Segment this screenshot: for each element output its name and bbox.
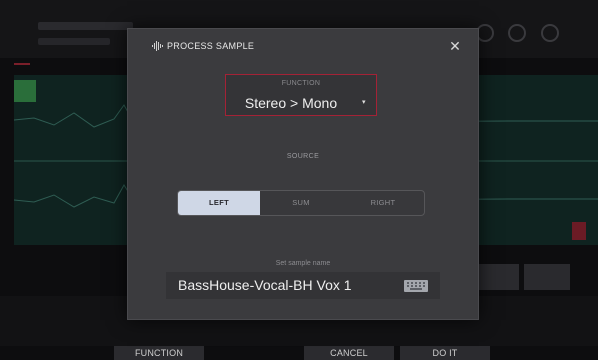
source-selector: LEFT SUM RIGHT (177, 190, 425, 216)
background-green-marker (14, 80, 36, 102)
sample-name-value: BassHouse-Vocal-BH Vox 1 (178, 277, 352, 293)
keyboard-icon[interactable] (404, 280, 428, 292)
background-button (524, 264, 570, 290)
function-dropdown[interactable]: FUNCTION Stereo > Mono ▾ (225, 74, 377, 116)
background-gear-icon (541, 24, 559, 42)
waveform-icon (152, 41, 163, 51)
cancel-button[interactable]: CANCEL (304, 346, 394, 360)
background-title (38, 22, 133, 30)
source-option-right[interactable]: RIGHT (342, 191, 424, 215)
process-sample-dialog: PROCESS SAMPLE ✕ FUNCTION Stereo > Mono … (127, 28, 479, 320)
function-value: Stereo > Mono (244, 95, 338, 111)
background-subtitle (38, 38, 110, 45)
background-button (477, 264, 519, 290)
source-label: SOURCE (286, 153, 320, 160)
close-icon[interactable]: ✕ (448, 39, 462, 53)
do-it-button[interactable]: DO IT (400, 346, 490, 360)
dialog-header: PROCESS SAMPLE ✕ (128, 29, 478, 63)
sample-name-field[interactable]: BassHouse-Vocal-BH Vox 1 (166, 272, 440, 299)
chevron-down-icon: ▾ (362, 99, 366, 106)
softkey-bar: FUNCTION CANCEL DO IT (0, 346, 598, 360)
function-label: FUNCTION (281, 80, 321, 87)
background-marker (14, 63, 30, 65)
background-red-marker (572, 222, 586, 240)
source-option-sum[interactable]: SUM (260, 191, 342, 215)
source-option-left[interactable]: LEFT (178, 191, 260, 215)
background-search-icon (508, 24, 526, 42)
sample-name-label: Set sample name (275, 260, 331, 267)
dialog-title: PROCESS SAMPLE (167, 41, 255, 51)
function-button[interactable]: FUNCTION (114, 346, 204, 360)
